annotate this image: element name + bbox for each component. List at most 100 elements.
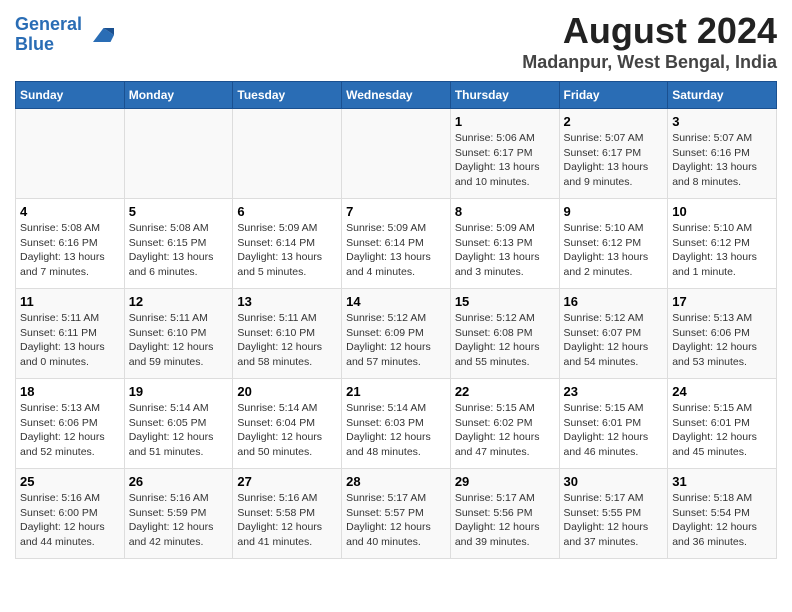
calendar-cell: 25 Sunrise: 5:16 AM Sunset: 6:00 PM Dayli… (16, 469, 125, 559)
day-info: Sunrise: 5:11 AM Sunset: 6:11 PM Dayligh… (20, 311, 120, 370)
day-number: 28 (346, 474, 446, 489)
day-info: Sunrise: 5:12 AM Sunset: 6:09 PM Dayligh… (346, 311, 446, 370)
day-info: Sunrise: 5:16 AM Sunset: 5:58 PM Dayligh… (237, 491, 337, 550)
column-header-sunday: Sunday (16, 82, 125, 109)
day-number: 21 (346, 384, 446, 399)
day-info: Sunrise: 5:11 AM Sunset: 6:10 PM Dayligh… (129, 311, 229, 370)
calendar-cell: 20 Sunrise: 5:14 AM Sunset: 6:04 PM Dayli… (233, 379, 342, 469)
day-number: 30 (564, 474, 664, 489)
day-info: Sunrise: 5:08 AM Sunset: 6:16 PM Dayligh… (20, 221, 120, 280)
calendar-cell: 10 Sunrise: 5:10 AM Sunset: 6:12 PM Dayli… (668, 199, 777, 289)
day-info: Sunrise: 5:11 AM Sunset: 6:10 PM Dayligh… (237, 311, 337, 370)
calendar-cell: 21 Sunrise: 5:14 AM Sunset: 6:03 PM Dayli… (342, 379, 451, 469)
calendar-cell (342, 109, 451, 199)
day-number: 12 (129, 294, 229, 309)
day-info: Sunrise: 5:17 AM Sunset: 5:57 PM Dayligh… (346, 491, 446, 550)
column-header-tuesday: Tuesday (233, 82, 342, 109)
day-number: 19 (129, 384, 229, 399)
calendar-cell: 30Sunrise: 5:17 AM Sunset: 5:55 PM Dayli… (559, 469, 668, 559)
calendar-cell: 14 Sunrise: 5:12 AM Sunset: 6:09 PM Dayli… (342, 289, 451, 379)
day-info: Sunrise: 5:09 AM Sunset: 6:14 PM Dayligh… (346, 221, 446, 280)
day-info: Sunrise: 5:10 AM Sunset: 6:12 PM Dayligh… (672, 221, 772, 280)
page-header: General Blue August 2024 Madanpur, West … (15, 10, 777, 73)
calendar-cell: 15Sunrise: 5:12 AM Sunset: 6:08 PM Dayli… (450, 289, 559, 379)
calendar-cell: 4 Sunrise: 5:08 AM Sunset: 6:16 PM Daylig… (16, 199, 125, 289)
column-header-thursday: Thursday (450, 82, 559, 109)
day-info: Sunrise: 5:17 AM Sunset: 5:56 PM Dayligh… (455, 491, 555, 550)
calendar-cell: 29Sunrise: 5:17 AM Sunset: 5:56 PM Dayli… (450, 469, 559, 559)
week-row-1: 1 Sunrise: 5:06 AM Sunset: 6:17 PM Daylig… (16, 109, 777, 199)
day-info: Sunrise: 5:14 AM Sunset: 6:05 PM Dayligh… (129, 401, 229, 460)
day-info: Sunrise: 5:15 AM Sunset: 6:02 PM Dayligh… (455, 401, 555, 460)
day-number: 6 (237, 204, 337, 219)
calendar-cell: 28 Sunrise: 5:17 AM Sunset: 5:57 PM Dayli… (342, 469, 451, 559)
calendar-cell: 24Sunrise: 5:15 AM Sunset: 6:01 PM Dayli… (668, 379, 777, 469)
day-number: 13 (237, 294, 337, 309)
calendar-cell: 17 Sunrise: 5:13 AM Sunset: 6:06 PM Dayli… (668, 289, 777, 379)
day-info: Sunrise: 5:06 AM Sunset: 6:17 PM Dayligh… (455, 131, 555, 190)
day-number: 22 (455, 384, 555, 399)
day-number: 14 (346, 294, 446, 309)
calendar-header-row: SundayMondayTuesdayWednesdayThursdayFrid… (16, 82, 777, 109)
day-number: 25 (20, 474, 120, 489)
day-number: 23 (564, 384, 664, 399)
day-number: 4 (20, 204, 120, 219)
day-info: Sunrise: 5:15 AM Sunset: 6:01 PM Dayligh… (564, 401, 664, 460)
calendar-cell: 26 Sunrise: 5:16 AM Sunset: 5:59 PM Dayli… (124, 469, 233, 559)
calendar-cell: 6 Sunrise: 5:09 AM Sunset: 6:14 PM Daylig… (233, 199, 342, 289)
day-number: 17 (672, 294, 772, 309)
column-header-monday: Monday (124, 82, 233, 109)
day-info: Sunrise: 5:12 AM Sunset: 6:07 PM Dayligh… (564, 311, 664, 370)
calendar-cell: 1 Sunrise: 5:06 AM Sunset: 6:17 PM Daylig… (450, 109, 559, 199)
day-info: Sunrise: 5:16 AM Sunset: 6:00 PM Dayligh… (20, 491, 120, 550)
calendar-cell (16, 109, 125, 199)
day-number: 16 (564, 294, 664, 309)
day-info: Sunrise: 5:07 AM Sunset: 6:17 PM Dayligh… (564, 131, 664, 190)
calendar-cell: 7 Sunrise: 5:09 AM Sunset: 6:14 PM Daylig… (342, 199, 451, 289)
day-number: 24 (672, 384, 772, 399)
column-header-wednesday: Wednesday (342, 82, 451, 109)
day-info: Sunrise: 5:13 AM Sunset: 6:06 PM Dayligh… (20, 401, 120, 460)
calendar-cell: 31Sunrise: 5:18 AM Sunset: 5:54 PM Dayli… (668, 469, 777, 559)
day-number: 8 (455, 204, 555, 219)
calendar-cell: 8 Sunrise: 5:09 AM Sunset: 6:13 PM Daylig… (450, 199, 559, 289)
day-number: 7 (346, 204, 446, 219)
calendar-cell (124, 109, 233, 199)
calendar-cell: 27Sunrise: 5:16 AM Sunset: 5:58 PM Dayli… (233, 469, 342, 559)
day-info: Sunrise: 5:09 AM Sunset: 6:13 PM Dayligh… (455, 221, 555, 280)
day-info: Sunrise: 5:07 AM Sunset: 6:16 PM Dayligh… (672, 131, 772, 190)
day-info: Sunrise: 5:14 AM Sunset: 6:03 PM Dayligh… (346, 401, 446, 460)
day-number: 9 (564, 204, 664, 219)
logo-text: General Blue (15, 15, 82, 55)
title-area: August 2024 Madanpur, West Bengal, India (522, 10, 777, 73)
week-row-2: 4 Sunrise: 5:08 AM Sunset: 6:16 PM Daylig… (16, 199, 777, 289)
day-number: 2 (564, 114, 664, 129)
calendar-cell: 2 Sunrise: 5:07 AM Sunset: 6:17 PM Daylig… (559, 109, 668, 199)
day-info: Sunrise: 5:13 AM Sunset: 6:06 PM Dayligh… (672, 311, 772, 370)
day-number: 18 (20, 384, 120, 399)
day-number: 1 (455, 114, 555, 129)
logo-icon (86, 21, 114, 49)
subtitle: Madanpur, West Bengal, India (522, 52, 777, 73)
main-title: August 2024 (522, 10, 777, 52)
day-number: 26 (129, 474, 229, 489)
day-info: Sunrise: 5:16 AM Sunset: 5:59 PM Dayligh… (129, 491, 229, 550)
day-info: Sunrise: 5:10 AM Sunset: 6:12 PM Dayligh… (564, 221, 664, 280)
week-row-4: 18 Sunrise: 5:13 AM Sunset: 6:06 PM Dayli… (16, 379, 777, 469)
calendar-cell: 19 Sunrise: 5:14 AM Sunset: 6:05 PM Dayli… (124, 379, 233, 469)
day-info: Sunrise: 5:09 AM Sunset: 6:14 PM Dayligh… (237, 221, 337, 280)
day-info: Sunrise: 5:08 AM Sunset: 6:15 PM Dayligh… (129, 221, 229, 280)
calendar-table: SundayMondayTuesdayWednesdayThursdayFrid… (15, 81, 777, 559)
day-number: 10 (672, 204, 772, 219)
calendar-cell: 23 Sunrise: 5:15 AM Sunset: 6:01 PM Dayli… (559, 379, 668, 469)
week-row-3: 11Sunrise: 5:11 AM Sunset: 6:11 PM Dayli… (16, 289, 777, 379)
calendar-cell: 12 Sunrise: 5:11 AM Sunset: 6:10 PM Dayli… (124, 289, 233, 379)
week-row-5: 25 Sunrise: 5:16 AM Sunset: 6:00 PM Dayli… (16, 469, 777, 559)
day-info: Sunrise: 5:14 AM Sunset: 6:04 PM Dayligh… (237, 401, 337, 460)
day-number: 3 (672, 114, 772, 129)
day-number: 20 (237, 384, 337, 399)
calendar-cell: 13 Sunrise: 5:11 AM Sunset: 6:10 PM Dayli… (233, 289, 342, 379)
day-number: 15 (455, 294, 555, 309)
calendar-body: 1 Sunrise: 5:06 AM Sunset: 6:17 PM Daylig… (16, 109, 777, 559)
calendar-cell: 5Sunrise: 5:08 AM Sunset: 6:15 PM Daylig… (124, 199, 233, 289)
